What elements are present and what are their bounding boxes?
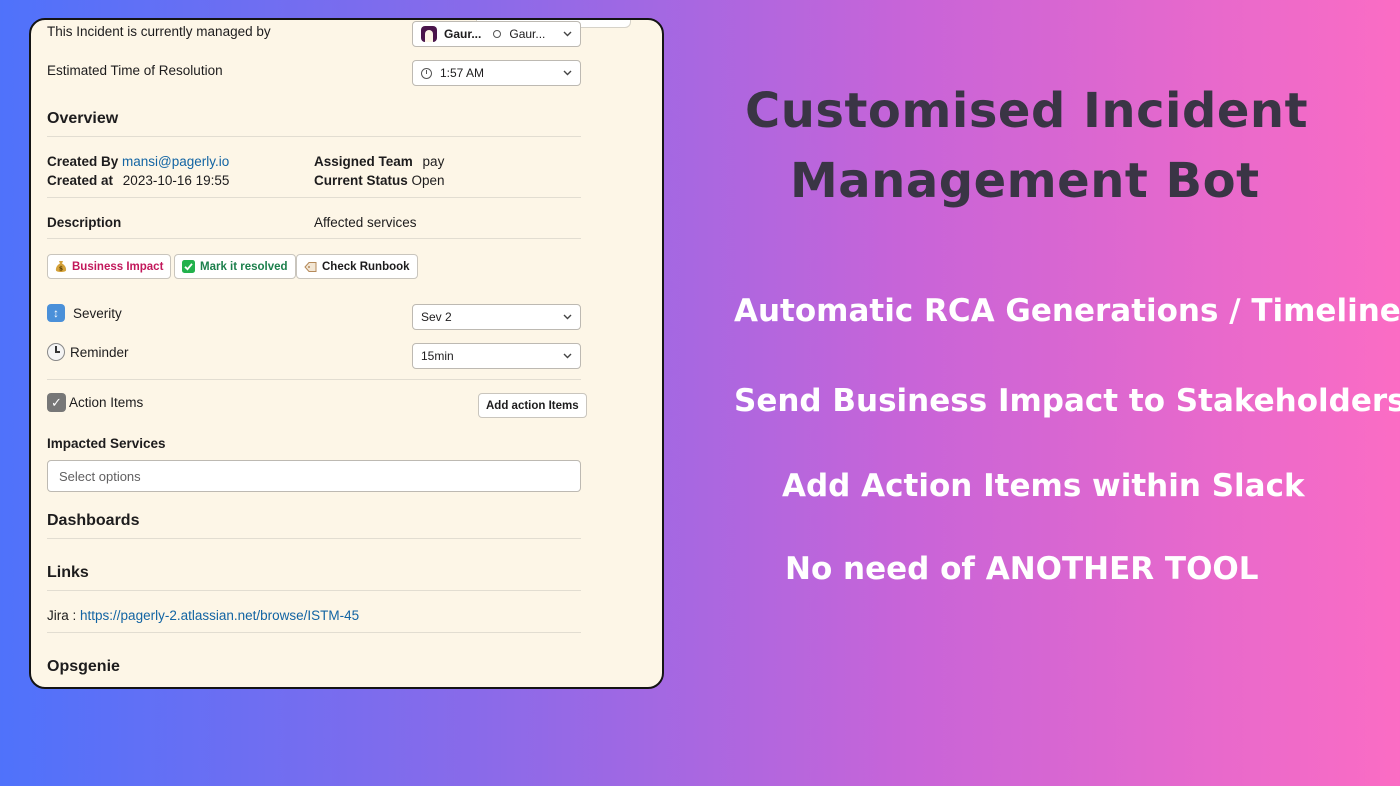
chevron-down-icon	[562, 351, 572, 361]
divider	[47, 197, 581, 198]
reminder-select[interactable]: 15min	[412, 343, 581, 369]
chevron-down-icon	[562, 29, 572, 39]
dashboards-title: Dashboards	[47, 512, 140, 529]
impacted-services-placeholder: Select options	[59, 468, 141, 484]
severity-select[interactable]: Sev 2	[412, 304, 581, 330]
chevron-down-icon	[562, 312, 572, 322]
eta-time-picker[interactable]: 1:57 AM	[412, 60, 581, 86]
eta-label: Estimated Time of Resolution	[47, 63, 223, 78]
managed-by-user1: Gaur...	[444, 27, 482, 41]
mark-resolved-button[interactable]: Mark it resolved	[174, 254, 296, 279]
links-title: Links	[47, 564, 89, 581]
jira-link[interactable]: https://pagerly-2.atlassian.net/browse/I…	[80, 608, 359, 623]
feature-no-other-tool: No need of ANOTHER TOOL	[785, 551, 1259, 587]
created-at-row: Created at 2023-10-16 19:55	[47, 173, 229, 188]
incident-card: This Incident is currently managed by Ga…	[29, 18, 664, 689]
severity-row: ↕ Severity	[47, 304, 122, 322]
severity-value: Sev 2	[421, 310, 452, 324]
check-runbook-label: Check Runbook	[322, 260, 410, 273]
feature-rca-timeline: Automatic RCA Generations / Timeline	[734, 293, 1400, 329]
jira-row: Jira : https://pagerly-2.atlassian.net/b…	[47, 608, 359, 623]
check-mark-button-icon	[182, 260, 195, 273]
add-action-items-label: Add action Items	[486, 399, 579, 412]
eta-value: 1:57 AM	[440, 66, 485, 80]
description-label: Description	[47, 215, 122, 230]
created-at-value: 2023-10-16 19:55	[122, 173, 230, 188]
impacted-services-label: Impacted Services	[47, 436, 166, 451]
business-impact-label: Business Impact	[72, 260, 164, 273]
feature-action-items: Add Action Items within Slack	[782, 468, 1305, 504]
divider	[47, 632, 581, 633]
action-items-label: Action Items	[69, 395, 144, 410]
created-by-row: Created By mansi@pagerly.io	[47, 154, 229, 169]
promo-heading-line2: Management Bot	[790, 153, 1260, 209]
overview-title: Overview	[47, 110, 119, 127]
money-bag-icon: $	[55, 260, 67, 273]
divider	[47, 379, 581, 380]
managed-by-user2: Gaur...	[509, 27, 546, 41]
affected-services-label: Affected services	[314, 215, 417, 230]
assigned-team-row: Assigned Team pay	[314, 154, 444, 169]
add-action-items-button[interactable]: Add action Items	[478, 393, 587, 418]
impacted-services-multiselect[interactable]: Select options	[47, 460, 581, 492]
assigned-team-value: pay	[422, 154, 445, 169]
feature-business-impact: Send Business Impact to Stakeholders	[734, 383, 1400, 419]
managed-by-label: This Incident is currently managed by	[47, 24, 271, 39]
up-down-arrow-icon: ↕	[47, 304, 65, 322]
reminder-row: Reminder	[47, 343, 129, 361]
status-ring-icon	[493, 30, 502, 38]
reminder-value: 15min	[421, 349, 454, 363]
checkbox-checked-icon: ✓	[47, 393, 66, 412]
current-status-row: Current Status Open	[314, 173, 445, 188]
reminder-label: Reminder	[70, 344, 129, 360]
managed-by-select[interactable]: Gaur... Gaur...	[412, 21, 581, 47]
check-runbook-button[interactable]: Check Runbook	[296, 254, 418, 279]
created-by-label: Created By	[47, 154, 119, 169]
label-tag-icon	[304, 261, 317, 273]
current-status-value: Open	[411, 173, 445, 188]
chevron-down-icon	[562, 68, 572, 78]
mark-resolved-label: Mark it resolved	[200, 260, 288, 273]
divider	[47, 238, 581, 239]
created-at-label: Created at	[47, 173, 114, 188]
divider	[47, 590, 581, 591]
action-items-row: ✓ Action Items	[47, 393, 143, 412]
promo-heading-line1: Customised Incident	[745, 83, 1309, 139]
severity-label: Severity	[73, 305, 122, 321]
business-impact-button[interactable]: $ Business Impact	[47, 254, 172, 279]
assigned-team-label: Assigned Team	[314, 154, 413, 169]
jira-label: Jira :	[47, 608, 77, 623]
svg-text:$: $	[59, 266, 63, 273]
divider	[47, 538, 581, 539]
opsgenie-title: Opsgenie	[47, 658, 120, 675]
created-by-email-link[interactable]: mansi@pagerly.io	[122, 154, 229, 169]
clock-icon	[421, 67, 432, 79]
user-avatar-icon	[421, 26, 437, 42]
current-status-label: Current Status	[314, 173, 408, 188]
divider	[47, 136, 581, 137]
alarm-clock-icon	[47, 343, 65, 361]
